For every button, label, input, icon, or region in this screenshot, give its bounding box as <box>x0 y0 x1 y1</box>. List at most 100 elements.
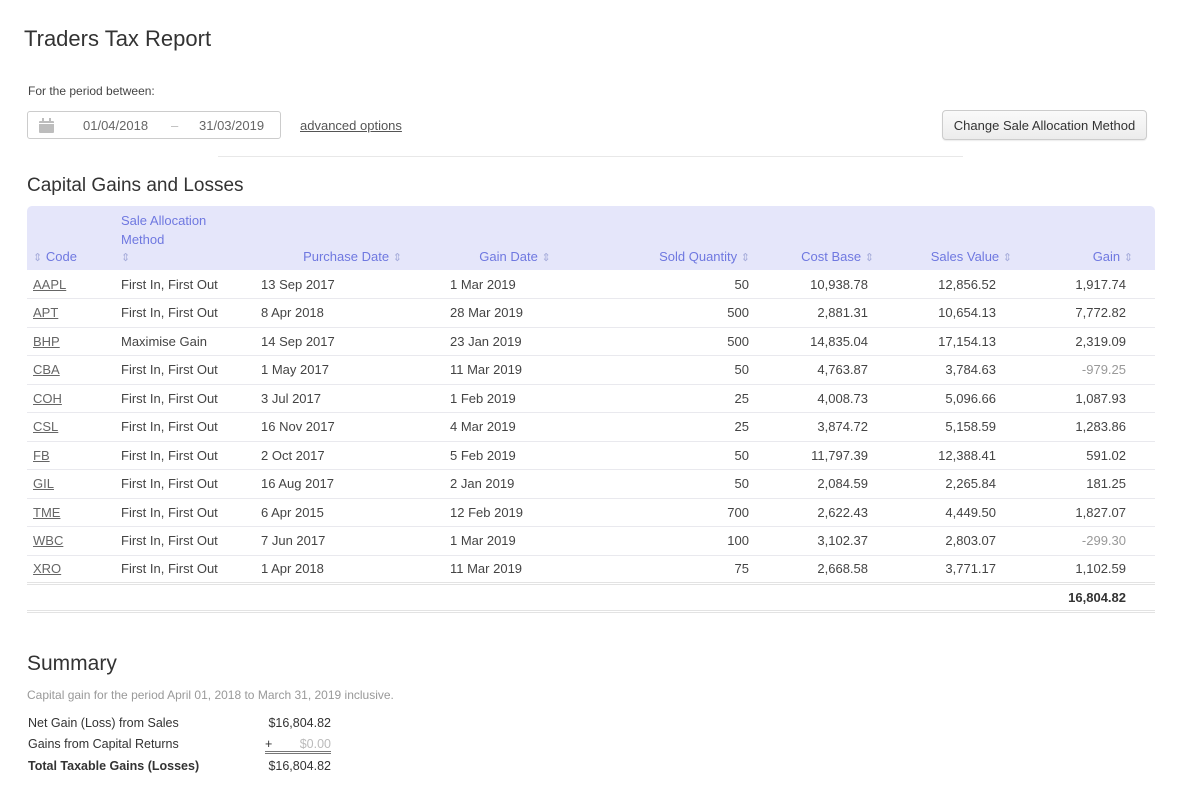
stock-code-link[interactable]: WBC <box>33 533 63 548</box>
code-cell: CBA <box>27 355 106 385</box>
sale-method-cell: First In, First Out <box>106 355 255 385</box>
cost-base-cell: 3,874.72 <box>756 412 880 442</box>
sales-value-cell: 5,158.59 <box>880 412 1018 442</box>
summary-title: Summary <box>27 652 117 675</box>
gain-date-cell: 5 Feb 2019 <box>450 441 580 470</box>
stock-code-link[interactable]: TME <box>33 505 60 520</box>
purchase-date-cell: 16 Nov 2017 <box>255 412 450 442</box>
purchase-date-cell: 1 May 2017 <box>255 355 450 385</box>
sales-value-cell: 10,654.13 <box>880 298 1018 328</box>
purchase-date-cell: 3 Jul 2017 <box>255 384 450 413</box>
sales-value-cell: 17,154.13 <box>880 327 1018 356</box>
column-header-cost-base[interactable]: Cost Base ⇕ <box>756 206 880 270</box>
column-header-code[interactable]: ⇕ Code <box>27 206 106 270</box>
table-row: GIL First In, First Out 16 Aug 2017 2 Jan 2… <box>27 469 1155 499</box>
gain-cell: 181.25 <box>1018 469 1155 499</box>
sale-method-cell: First In, First Out <box>106 298 255 328</box>
column-header-sold-quantity[interactable]: Sold Quantity ⇕ <box>580 206 756 270</box>
sort-icon: ⇕ <box>740 252 750 264</box>
gain-cell: 1,102.59 <box>1018 555 1155 584</box>
sales-value-cell: 3,784.63 <box>880 355 1018 385</box>
advanced-options-link[interactable]: advanced options <box>300 118 402 133</box>
sales-value-cell: 12,388.41 <box>880 441 1018 470</box>
code-cell: GIL <box>27 469 106 499</box>
empty-cell <box>580 582 756 613</box>
sort-icon: ⇕ <box>33 252 43 264</box>
gain-date-cell: 11 Mar 2019 <box>450 355 580 385</box>
code-cell: FB <box>27 441 106 470</box>
change-sale-allocation-button[interactable]: Change Sale Allocation Method <box>942 110 1147 140</box>
cost-base-cell: 14,835.04 <box>756 327 880 356</box>
sales-value-cell: 5,096.66 <box>880 384 1018 413</box>
sale-method-cell: First In, First Out <box>106 469 255 499</box>
table-row: BHP Maximise Gain 14 Sep 2017 23 Jan 2019 50… <box>27 327 1155 356</box>
column-header-sales-value[interactable]: Sales Value ⇕ <box>880 206 1018 270</box>
sold-quantity-cell: 50 <box>580 441 756 470</box>
cost-base-cell: 2,881.31 <box>756 298 880 328</box>
sales-value-cell: 3,771.17 <box>880 555 1018 584</box>
gain-date-cell: 1 Mar 2019 <box>450 270 580 299</box>
sold-quantity-cell: 50 <box>580 270 756 299</box>
period-label: For the period between: <box>28 84 155 98</box>
sale-method-cell: First In, First Out <box>106 526 255 556</box>
table-row: AAPL First In, First Out 13 Sep 2017 1 Mar … <box>27 270 1155 299</box>
summary-note: Capital gain for the period April 01, 20… <box>27 688 394 702</box>
table-row: TME First In, First Out 6 Apr 2015 12 Feb 2… <box>27 498 1155 527</box>
total-underline <box>265 751 331 754</box>
sale-method-cell: Maximise Gain <box>106 327 255 356</box>
cost-base-cell: 4,763.87 <box>756 355 880 385</box>
cost-base-cell: 4,008.73 <box>756 384 880 413</box>
stock-code-link[interactable]: CSL <box>33 419 58 434</box>
cost-base-cell: 11,797.39 <box>756 441 880 470</box>
column-header-gain[interactable]: Gain ⇕ <box>1018 206 1155 270</box>
sort-icon: ⇕ <box>1002 252 1012 264</box>
purchase-date-cell: 14 Sep 2017 <box>255 327 450 356</box>
column-header-purchase-date[interactable]: Purchase Date ⇕ <box>255 206 450 270</box>
stock-code-link[interactable]: BHP <box>33 334 60 349</box>
stock-code-link[interactable]: GIL <box>33 476 54 491</box>
code-cell: CSL <box>27 412 106 442</box>
gain-cell: -979.25 <box>1018 355 1155 385</box>
section-title-gains: Capital Gains and Losses <box>27 175 244 196</box>
sold-quantity-cell: 50 <box>580 355 756 385</box>
empty-cell <box>880 582 1018 613</box>
stock-code-link[interactable]: XRO <box>33 561 61 576</box>
column-header-method[interactable]: Sale Allocation Method ⇕ <box>106 206 255 270</box>
net-gain-value: $16,804.82 <box>268 716 331 730</box>
date-range-picker[interactable]: 01/04/2018 – 31/03/2019 <box>27 111 281 139</box>
capital-returns-label: Gains from Capital Returns <box>28 737 179 751</box>
empty-cell <box>27 582 106 613</box>
code-cell: BHP <box>27 327 106 356</box>
purchase-date-cell: 2 Oct 2017 <box>255 441 450 470</box>
gain-cell: 1,283.86 <box>1018 412 1155 442</box>
date-to-input[interactable]: 31/03/2019 <box>199 118 264 133</box>
gain-cell: 1,917.74 <box>1018 270 1155 299</box>
date-separator: – <box>171 117 179 133</box>
gain-cell: -299.30 <box>1018 526 1155 556</box>
empty-cell <box>106 582 255 613</box>
sort-icon: ⇕ <box>541 252 551 264</box>
gain-date-cell: 23 Jan 2019 <box>450 327 580 356</box>
table-row: APT First In, First Out 8 Apr 2018 28 Mar 2… <box>27 298 1155 328</box>
stock-code-link[interactable]: CBA <box>33 362 60 377</box>
calendar-icon <box>39 118 54 133</box>
sold-quantity-cell: 700 <box>580 498 756 527</box>
cost-base-cell: 2,084.59 <box>756 469 880 499</box>
cost-base-cell: 10,938.78 <box>756 270 880 299</box>
date-from-input[interactable]: 01/04/2018 <box>83 118 148 133</box>
sort-icon: ⇕ <box>864 252 874 264</box>
stock-code-link[interactable]: APT <box>33 305 58 320</box>
code-cell: APT <box>27 298 106 328</box>
sale-method-cell: First In, First Out <box>106 441 255 470</box>
column-header-gain-date[interactable]: Gain Date ⇕ <box>450 206 580 270</box>
stock-code-link[interactable]: FB <box>33 448 50 463</box>
sold-quantity-cell: 100 <box>580 526 756 556</box>
stock-code-link[interactable]: COH <box>33 391 62 406</box>
sort-icon: ⇕ <box>121 252 131 264</box>
stock-code-link[interactable]: AAPL <box>33 277 66 292</box>
code-cell: TME <box>27 498 106 527</box>
sale-method-cell: First In, First Out <box>106 384 255 413</box>
total-taxable-value: $16,804.82 <box>268 759 331 773</box>
sales-value-cell: 12,856.52 <box>880 270 1018 299</box>
sales-value-cell: 4,449.50 <box>880 498 1018 527</box>
